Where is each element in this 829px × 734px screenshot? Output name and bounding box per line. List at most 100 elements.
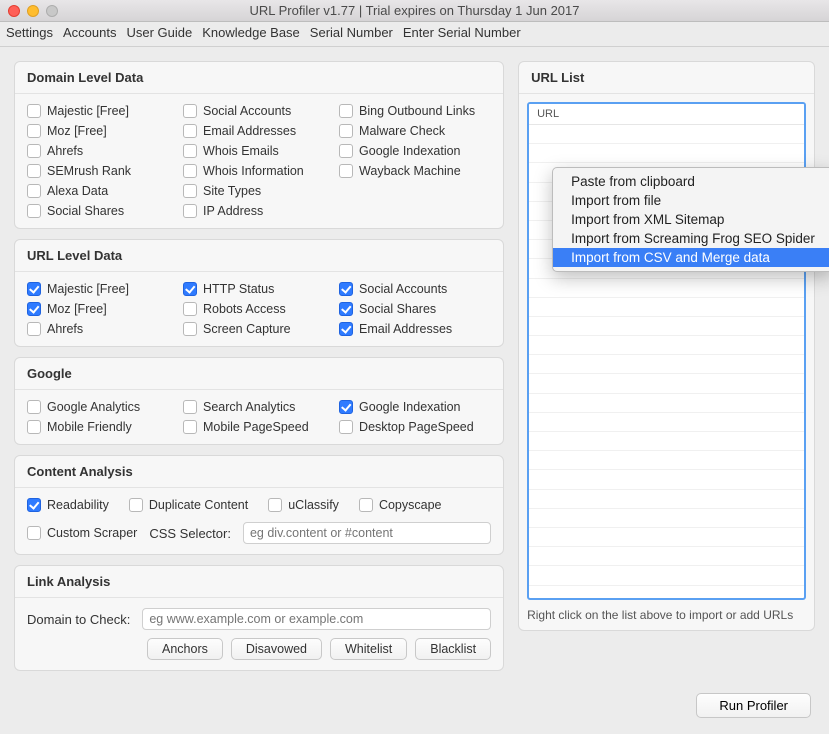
url-list-row[interactable] [529,355,804,374]
checkbox-icon[interactable] [339,144,353,158]
minimize-icon[interactable] [27,5,39,17]
checkbox-icon[interactable] [27,400,41,414]
maximize-icon[interactable] [46,5,58,17]
checkbox-item[interactable]: Site Types [183,184,335,198]
checkbox-item[interactable]: Whois Information [183,164,335,178]
checkbox-item[interactable]: Email Addresses [339,322,491,336]
checkbox-item[interactable]: Wayback Machine [339,164,491,178]
checkbox-item[interactable]: Majestic [Free] [27,282,179,296]
blacklist-button[interactable]: Blacklist [415,638,491,660]
checkbox-item[interactable]: HTTP Status [183,282,335,296]
url-list-row[interactable] [529,374,804,393]
checkbox-icon[interactable] [183,184,197,198]
checkbox-item[interactable]: Screen Capture [183,322,335,336]
checkbox-icon[interactable] [27,302,41,316]
checkbox-icon[interactable] [183,124,197,138]
url-list-row[interactable] [529,528,804,547]
checkbox-item[interactable]: Majestic [Free] [27,104,179,118]
checkbox-item[interactable]: Social Shares [339,302,491,316]
url-list-row[interactable] [529,432,804,451]
context-menu-item[interactable]: Import from CSV and Merge data [553,248,829,267]
url-list-row[interactable] [529,490,804,509]
context-menu-item[interactable]: Import from XML Sitemap [553,210,829,229]
checkbox-icon[interactable] [27,164,41,178]
checkbox-icon[interactable] [27,144,41,158]
context-menu-item[interactable]: Import from Screaming Frog SEO Spider [553,229,829,248]
checkbox-icon[interactable] [27,104,41,118]
checkbox-item[interactable]: Alexa Data [27,184,179,198]
checkbox-icon[interactable] [27,498,41,512]
url-list-row[interactable] [529,413,804,432]
checkbox-item[interactable]: Malware Check [339,124,491,138]
checkbox-icon[interactable] [183,322,197,336]
whitelist-button[interactable]: Whitelist [330,638,407,660]
url-list-row[interactable] [529,298,804,317]
checkbox-item[interactable]: Moz [Free] [27,124,179,138]
menu-item[interactable]: Serial Number [310,25,393,40]
checkbox-item[interactable]: Google Indexation [339,144,491,158]
context-menu[interactable]: Paste from clipboardImport from fileImpo… [552,167,829,272]
checkbox-icon[interactable] [339,124,353,138]
url-list-row[interactable] [529,317,804,336]
checkbox-icon[interactable] [27,124,41,138]
checkbox-item[interactable]: Readability [27,498,109,512]
css-selector-input[interactable] [243,522,491,544]
checkbox-item[interactable]: Search Analytics [183,400,335,414]
checkbox-icon[interactable] [183,204,197,218]
checkbox-item[interactable]: Desktop PageSpeed [339,420,491,434]
url-list-row[interactable] [529,394,804,413]
checkbox-item[interactable]: Email Addresses [183,124,335,138]
checkbox-item[interactable]: Google Analytics [27,400,179,414]
disavowed-button[interactable]: Disavowed [231,638,322,660]
checkbox-icon[interactable] [183,400,197,414]
checkbox-icon[interactable] [339,322,353,336]
menu-item[interactable]: Enter Serial Number [403,25,521,40]
url-list-row[interactable] [529,509,804,528]
checkbox-icon[interactable] [339,282,353,296]
checkbox-item[interactable]: Social Accounts [183,104,335,118]
checkbox-item[interactable]: Google Indexation [339,400,491,414]
url-list-row[interactable] [529,336,804,355]
checkbox-item[interactable]: Social Shares [27,204,179,218]
checkbox-item[interactable]: Whois Emails [183,144,335,158]
checkbox-item[interactable]: Moz [Free] [27,302,179,316]
checkbox-icon[interactable] [27,420,41,434]
checkbox-icon[interactable] [268,498,282,512]
checkbox-icon[interactable] [183,104,197,118]
checkbox-item[interactable]: Copyscape [359,498,442,512]
url-list-row[interactable] [529,547,804,566]
menu-item[interactable]: Knowledge Base [202,25,300,40]
url-list-row[interactable] [529,125,804,144]
checkbox-icon[interactable] [129,498,143,512]
checkbox-icon[interactable] [339,420,353,434]
checkbox-item[interactable]: IP Address [183,204,335,218]
checkbox-icon[interactable] [339,164,353,178]
checkbox-item[interactable]: Social Accounts [339,282,491,296]
custom-scraper-checkbox[interactable]: Custom Scraper [27,526,137,540]
url-list-row[interactable] [529,470,804,489]
checkbox-icon[interactable] [359,498,373,512]
checkbox-item[interactable]: Duplicate Content [129,498,248,512]
url-list-column-header[interactable]: URL [529,104,804,125]
menu-item[interactable]: Accounts [63,25,116,40]
url-list-row[interactable] [529,279,804,298]
checkbox-icon[interactable] [339,400,353,414]
checkbox-item[interactable]: Ahrefs [27,144,179,158]
anchors-button[interactable]: Anchors [147,638,223,660]
checkbox-item[interactable]: Ahrefs [27,322,179,336]
checkbox-icon[interactable] [183,144,197,158]
run-profiler-button[interactable]: Run Profiler [696,693,811,718]
checkbox-item[interactable]: Robots Access [183,302,335,316]
checkbox-icon[interactable] [27,184,41,198]
checkbox-item[interactable]: Bing Outbound Links [339,104,491,118]
checkbox-item[interactable]: Mobile Friendly [27,420,179,434]
context-menu-item[interactable]: Paste from clipboard [553,172,829,191]
checkbox-item[interactable]: SEMrush Rank [27,164,179,178]
menu-item[interactable]: Settings [6,25,53,40]
domain-check-input[interactable] [142,608,491,630]
checkbox-item[interactable]: Mobile PageSpeed [183,420,335,434]
url-list-row[interactable] [529,566,804,585]
checkbox-icon[interactable] [27,282,41,296]
checkbox-icon[interactable] [183,164,197,178]
checkbox-icon[interactable] [27,322,41,336]
